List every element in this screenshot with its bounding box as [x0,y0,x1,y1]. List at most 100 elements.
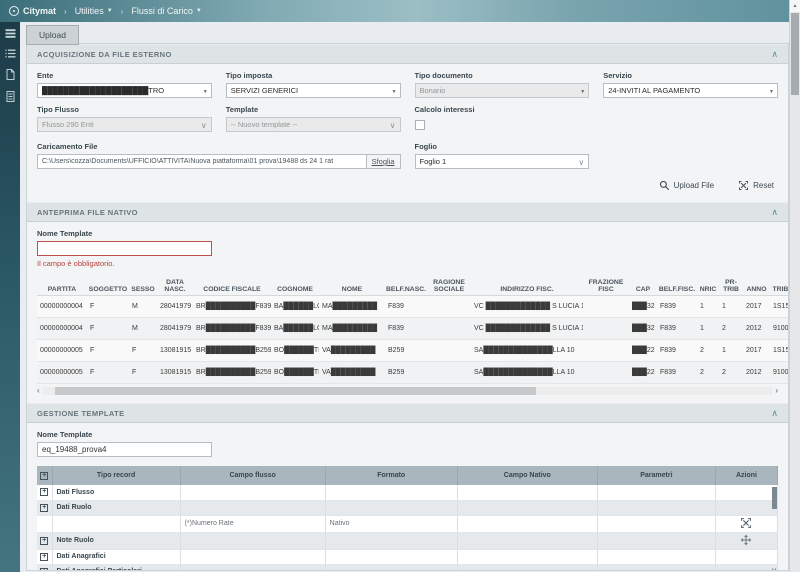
group-row-dati-anagrafici-particolari[interactable]: Dati Anagrafici Particolari [37,564,778,571]
expand-plus-icon[interactable] [40,537,48,545]
page-icon[interactable] [6,69,15,80]
empty-cell [180,549,325,564]
column-header: FRAZIONE FISC [583,277,629,296]
table-row[interactable]: 00000000005FF13081915BR██████████B259CBO… [37,362,789,384]
scroll-left-icon[interactable]: ‹ [37,387,40,395]
list-icon[interactable] [5,49,16,58]
section-header-anteprima[interactable]: ANTEPRIMA FILE NATIVO ∧ [27,202,788,222]
table-row[interactable]: 00000000005FF13081915BR██████████B259CBO… [37,340,789,362]
calcolo-interessi-checkbox[interactable] [415,120,425,130]
scroll-down-icon[interactable]: ∨ [771,566,777,572]
section-title: ANTEPRIMA FILE NATIVO [37,208,138,217]
gestione-vscroll-thumb[interactable] [772,487,777,509]
hscroll-track[interactable] [43,387,773,395]
remove-field-icon[interactable] [740,517,752,529]
empty-cell [180,485,325,500]
table-row[interactable]: 00000000004FM28041979BR██████████F839WBA… [37,296,789,318]
menu-utilities[interactable]: Utilities ▼ [75,6,113,16]
window-scrollbar[interactable]: ▲ [789,0,800,572]
collapse-chevron-icon[interactable]: ∧ [771,409,778,418]
breadcrumb-separator-icon: › [64,7,67,16]
ente-select[interactable]: ████████████████████TRO [37,83,212,98]
table-cell: F839 [657,296,697,318]
collapse-chevron-icon[interactable]: ∧ [771,208,778,217]
table-cell: 9100 [770,318,789,340]
table-row[interactable]: 00000000004FM28041979BR██████████F839WBA… [37,318,789,340]
tipo-documento-value: Bonario [420,86,446,95]
scroll-up-icon[interactable]: ▲ [790,0,800,12]
ente-value: ████████████████████TRO [42,86,164,95]
field-calcolo-interessi: Calcolo interessi [415,105,590,135]
document-icon[interactable] [6,91,15,102]
group-row-dati-flusso[interactable]: Dati Flusso [37,485,778,500]
menu-icon[interactable] [5,29,16,38]
group-label: Dati Anagrafici [52,549,180,564]
tipo-imposta-select[interactable]: SERVIZI GENERICI [226,83,401,98]
empty-cell [597,532,715,549]
tab-bar: Upload [20,22,789,43]
table-cell: 2017 [743,296,770,318]
empty-cell [457,564,597,571]
empty-cell [597,564,715,571]
collapse-chevron-icon[interactable]: ∧ [771,50,778,59]
gestione-nome-template-input[interactable] [37,442,212,457]
hscroll-thumb[interactable] [55,387,537,395]
table-cell: 1 [697,318,719,340]
expand-plus-icon[interactable] [40,553,48,561]
reset-button[interactable]: Reset [738,180,774,191]
column-header: PARTITA [37,277,87,296]
calcolo-interessi-label: Calcolo interessi [415,105,590,114]
group-row-dati-anagrafici[interactable]: Dati Anagrafici [37,549,778,564]
empty-cell [715,485,777,500]
section-header-gestione[interactable]: GESTIONE TEMPLATE ∧ [27,403,788,423]
table-cell: F [87,340,129,362]
column-header: SESSO [129,277,157,296]
group-row-dati-ruolo[interactable]: Dati Ruolo [37,500,778,515]
expand-plus-icon[interactable] [40,488,48,496]
table-cell: F839 [657,318,697,340]
nome-template-label: Nome Template [37,430,778,439]
table-cell: 1 [697,296,719,318]
table-cell: VA█████████ [319,340,385,362]
tab-upload[interactable]: Upload [26,25,79,45]
table-cell [583,296,629,318]
expand-plus-icon[interactable] [40,504,48,512]
tipo-flusso-select[interactable]: Flusso 290 Enti [37,117,212,132]
empty-cell [52,515,180,532]
servizio-select[interactable]: 24-INVITI AL PAGAMENTO [603,83,778,98]
group-row-note-ruolo[interactable]: Note Ruolo [37,532,778,549]
column-header: INDIRIZZO FISC. [471,277,583,296]
table-cell: BR██████████B259C [193,362,271,384]
table-cell: ███22 [629,340,657,362]
caricamento-file-input[interactable]: C:\Users\cozza\Documents\UFFICIO\ATTIVIT… [37,154,401,169]
table-cell: BA██████LO [271,318,319,340]
column-header: ANNO [743,277,770,296]
menu-flussi-di-carico[interactable]: Flussi di Carico ▼ [131,6,201,16]
scroll-right-icon[interactable]: › [775,387,778,395]
nome-template-input[interactable] [37,241,212,256]
expand-all-plus-icon[interactable] [40,472,48,480]
upload-file-button[interactable]: Upload File [659,180,714,191]
empty-cell [180,500,325,515]
sfoglia-button[interactable]: Sfoglia [366,155,400,168]
window-scrollbar-thumb[interactable] [791,13,799,95]
horizontal-scrollbar[interactable]: ‹ › [37,387,778,395]
table-cell: 2017 [743,340,770,362]
section-header-acquisizione[interactable]: ACQUISIZIONE DA FILE ESTERNO ∧ [27,44,788,64]
foglio-select[interactable]: Foglio 1 [415,154,590,169]
brand[interactable]: Citymat [9,6,56,16]
template-select[interactable]: -- Nuovo template -- [226,117,401,132]
chevron-down-icon: ▼ [107,8,113,14]
col-campo-nativo: Campo Nativo [457,466,597,485]
table-cell: F [129,362,157,384]
empty-cell [715,500,777,515]
table-cell [427,362,471,384]
tipo-documento-select[interactable]: Bonario [415,83,590,98]
table-cell: 13081915 [157,362,193,384]
field-row-numero-rate[interactable]: (*)Numero Rate Nativo [37,515,778,532]
foglio-value: Foglio 1 [420,157,447,166]
servizio-label: Servizio [603,71,778,80]
foglio-label: Foglio [415,142,590,151]
expand-plus-icon[interactable] [40,568,48,572]
column-header: CAP [629,277,657,296]
